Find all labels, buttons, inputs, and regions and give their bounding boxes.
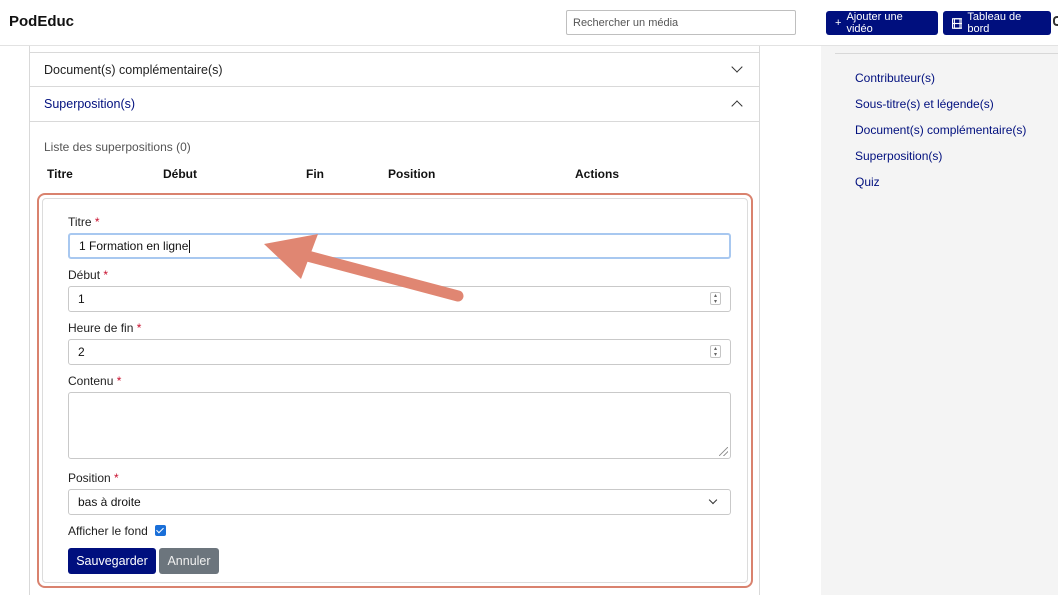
position-label: Position * xyxy=(68,471,119,485)
edit-sidebar: Contributeur(s) Sous-titre(s) et légende… xyxy=(821,46,1058,595)
brand-logo[interactable]: PodEduc xyxy=(9,13,74,30)
sidebar-link-subtitles[interactable]: Sous-titre(s) et légende(s) xyxy=(855,97,994,111)
start-input[interactable]: 1 ▴ ▾ xyxy=(68,286,731,312)
top-navbar: PodEduc + Ajouter une vidéo Tableau de b… xyxy=(0,0,1058,46)
position-value: bas à droite xyxy=(78,495,141,509)
number-spinner-icon[interactable]: ▴ ▾ xyxy=(710,292,721,305)
start-label: Début * xyxy=(68,268,109,282)
title-value: 1 Formation en ligne xyxy=(79,239,189,253)
title-label: Titre * xyxy=(68,215,100,229)
sidebar-divider xyxy=(835,53,1058,54)
content-textarea[interactable] xyxy=(68,392,731,459)
column-header-start: Début xyxy=(163,167,197,181)
end-label: Heure de fin * xyxy=(68,321,142,335)
start-value: 1 xyxy=(78,292,85,306)
column-header-actions: Actions xyxy=(575,167,620,181)
title-input[interactable]: 1 Formation en ligne xyxy=(68,233,731,259)
sidebar-link-overlays[interactable]: Superposition(s) xyxy=(855,149,942,163)
chevron-down-icon xyxy=(708,495,718,505)
overlay-form-highlight: Titre * 1 Formation en ligne Début * 1 ▴… xyxy=(37,193,753,588)
end-value: 2 xyxy=(78,345,85,359)
column-header-position: Position xyxy=(388,167,436,181)
dashboard-label: Tableau de bord xyxy=(967,11,1022,35)
search-input[interactable] xyxy=(566,10,796,35)
overlay-form: Titre * 1 Formation en ligne Début * 1 ▴… xyxy=(42,198,748,583)
dashboard-button[interactable]: Tableau de bord xyxy=(943,11,1051,35)
column-header-end: Fin xyxy=(306,167,324,181)
accordion-documents-title: Document(s) complémentaire(s) xyxy=(44,62,223,77)
sidebar-link-contributors[interactable]: Contributeur(s) xyxy=(855,71,935,85)
sidebar-link-documents[interactable]: Document(s) complémentaire(s) xyxy=(855,123,1026,137)
end-input[interactable]: 2 ▴ ▾ xyxy=(68,339,731,365)
accordion-documents[interactable]: Document(s) complémentaire(s) xyxy=(30,52,759,87)
add-video-label: Ajouter une vidéo xyxy=(846,11,903,35)
chevron-up-icon xyxy=(731,100,743,112)
text-caret xyxy=(189,239,191,253)
chevron-down-icon xyxy=(731,61,743,73)
save-button[interactable]: Sauvegarder xyxy=(68,548,156,574)
background-checkbox[interactable] xyxy=(155,525,166,536)
sidebar-link-quiz[interactable]: Quiz xyxy=(855,175,880,189)
overlay-list-title: Liste des superpositions (0) xyxy=(44,140,191,154)
add-video-button[interactable]: + Ajouter une vidéo xyxy=(826,11,938,35)
user-menu-icon[interactable] xyxy=(1053,16,1058,26)
background-label: Afficher le fond xyxy=(68,524,148,538)
number-spinner-icon[interactable]: ▴ ▾ xyxy=(710,345,721,358)
column-header-title: Titre xyxy=(47,167,73,181)
film-icon xyxy=(952,17,963,29)
cancel-button[interactable]: Annuler xyxy=(159,548,219,574)
position-select[interactable]: bas à droite xyxy=(68,489,731,515)
resize-grip-icon[interactable] xyxy=(719,447,728,456)
content-label: Contenu * xyxy=(68,374,122,388)
plus-icon: + xyxy=(835,17,842,29)
accordion-overlays[interactable]: Superposition(s) xyxy=(30,87,759,122)
accordion-overlays-title: Superposition(s) xyxy=(44,97,136,111)
